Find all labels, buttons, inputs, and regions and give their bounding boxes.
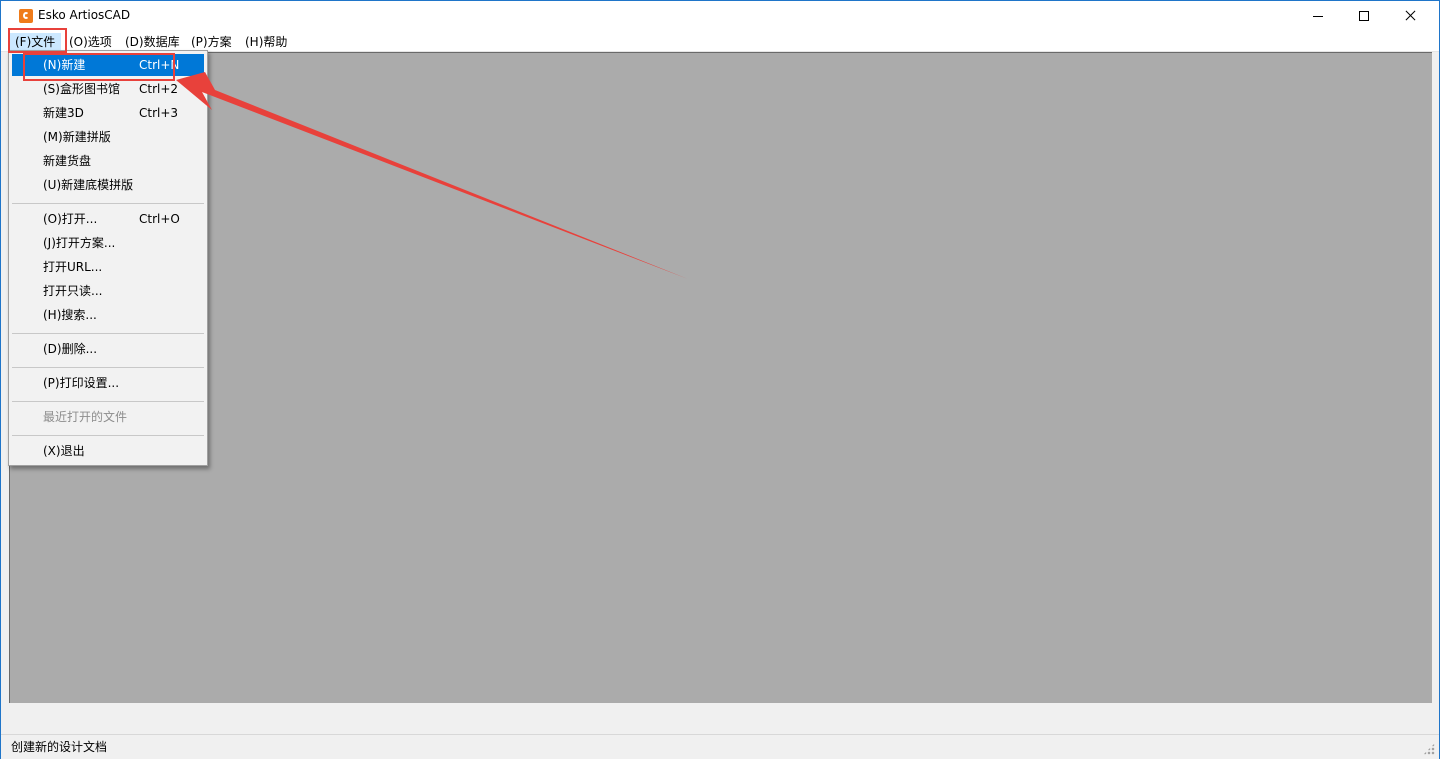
annotation-arrow-icon	[176, 72, 688, 279]
